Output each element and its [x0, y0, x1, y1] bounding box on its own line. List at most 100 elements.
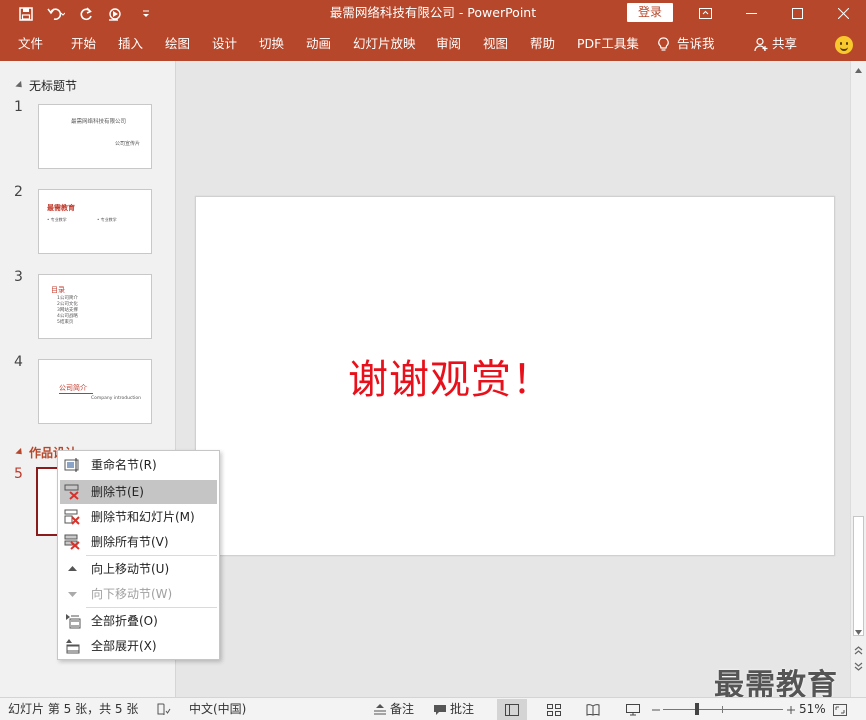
slide-thumbnail-1[interactable]: 最需网络科技有限公司 公司宣传片: [38, 104, 152, 169]
normal-view-icon: [505, 703, 519, 716]
scrollbar-thumb[interactable]: [853, 516, 864, 636]
menu-item-delete-section[interactable]: 删除节(E): [60, 480, 217, 504]
plus-icon: [787, 705, 795, 714]
thumb-title: 公司简介: [59, 384, 87, 392]
scroll-down-button[interactable]: [851, 625, 866, 640]
tab-transitions[interactable]: 切换: [259, 27, 284, 61]
customize-qat-button[interactable]: [134, 0, 158, 27]
share-button[interactable]: 共享: [754, 27, 797, 61]
slideshow-icon: [109, 7, 121, 21]
tab-help[interactable]: 帮助: [530, 27, 555, 61]
notes-button[interactable]: 备注: [373, 698, 414, 720]
menu-item-label: 删除节和幻灯片(M): [91, 510, 195, 524]
tab-home[interactable]: 开始: [71, 27, 96, 61]
ribbon-tab-bar: 文件 开始 插入 绘图 设计 切换 动画 幻灯片放映 审阅 视图 帮助 PDF工…: [0, 27, 866, 61]
tab-file[interactable]: 文件: [18, 27, 43, 61]
menu-item-label: 删除节(E): [91, 485, 144, 499]
menu-item-rename-section[interactable]: 重命名节(R): [60, 453, 217, 477]
arrow-down-icon: [855, 630, 862, 635]
slide-thumbnail-4[interactable]: 公司简介 Company introduction: [38, 359, 152, 424]
slide-main-text[interactable]: 谢谢观赏！: [348, 347, 553, 405]
zoom-slider-knob[interactable]: [695, 703, 699, 715]
section-header-untitled[interactable]: 无标题节: [15, 77, 78, 94]
tab-draw[interactable]: 绘图: [165, 27, 190, 61]
language-indicator[interactable]: 中文(中国): [189, 698, 246, 720]
thumb-underline: [59, 393, 93, 394]
menu-item-label: 全部折叠(O): [91, 614, 158, 628]
slide-number: 5: [14, 466, 23, 482]
notes-label: 备注: [390, 702, 415, 716]
notes-icon: [374, 704, 386, 715]
undo-button[interactable]: [44, 0, 68, 27]
delete-section-icon: [64, 484, 79, 500]
menu-item-expand-all[interactable]: 全部展开(X): [60, 634, 217, 658]
menu-item-delete-section-and-slides[interactable]: 删除节和幻灯片(M): [60, 505, 217, 529]
maximize-button[interactable]: [774, 0, 820, 27]
menu-item-move-section-up[interactable]: 向上移动节(U): [60, 557, 217, 581]
redo-button[interactable]: [74, 0, 98, 27]
thumb-title: 最需教育: [47, 204, 75, 212]
chevron-down-icon: [143, 10, 149, 17]
smiley-feedback-icon[interactable]: [835, 36, 853, 54]
close-button[interactable]: [820, 0, 866, 27]
previous-slide-button[interactable]: [851, 643, 866, 658]
start-slideshow-button[interactable]: [104, 0, 128, 27]
menu-item-move-section-down[interactable]: 向下移动节(W): [60, 582, 217, 606]
slide-number: 1: [14, 99, 23, 115]
status-bar: 幻灯片 第 5 张，共 5 张 中文(中国) 备注 批注 51%: [0, 697, 866, 720]
collapse-triangle-icon[interactable]: [15, 447, 25, 458]
section-context-menu: 重命名节(R) 删除节(E) 删除节和幻灯片(M) 删除所有节(V) 向上移动节…: [57, 450, 220, 660]
spellcheck-button[interactable]: [157, 698, 171, 720]
delete-all-sections-icon: [64, 534, 80, 550]
tab-animations[interactable]: 动画: [306, 27, 331, 61]
slide-canvas[interactable]: 谢谢观赏！: [195, 196, 835, 556]
slide-number: 2: [14, 184, 23, 200]
thumb-title: 目录: [51, 286, 65, 294]
collapse-triangle-icon[interactable]: [15, 80, 25, 91]
ribbon-display-options-button[interactable]: [682, 0, 728, 27]
vertical-scrollbar[interactable]: [850, 61, 866, 697]
thumb-title: 最需网络科技有限公司: [71, 119, 127, 125]
zoom-slider-track[interactable]: [663, 709, 783, 710]
delete-section-slides-icon: [64, 509, 80, 525]
save-button[interactable]: [14, 0, 38, 27]
tell-me-label: 告诉我: [677, 36, 715, 51]
collapse-all-icon: [66, 614, 81, 629]
normal-view-button[interactable]: [497, 699, 527, 720]
login-button[interactable]: 登录: [627, 3, 673, 22]
thumb-item: • 专业教学: [47, 217, 67, 222]
close-icon: [837, 8, 849, 19]
zoom-in-button[interactable]: [787, 698, 795, 720]
section-title: 无标题节: [29, 79, 78, 93]
tell-me-box[interactable]: 告诉我: [658, 27, 715, 61]
zoom-out-button[interactable]: [652, 698, 660, 720]
slide-thumbnail-3[interactable]: 目录 1公司简介 2公司文化 3网站支撑 4公司战略 5结束页: [38, 274, 152, 339]
thumb-subtitle: 公司宣传片: [115, 141, 141, 147]
double-chevron-down-icon: [854, 662, 863, 671]
next-slide-button[interactable]: [851, 659, 866, 674]
slide-thumbnail-2[interactable]: 最需教育 • 专业教学 • 专业教学: [38, 189, 152, 254]
scroll-up-button[interactable]: [851, 63, 866, 78]
tab-design[interactable]: 设计: [212, 27, 237, 61]
tab-slideshow[interactable]: 幻灯片放映: [353, 27, 416, 61]
thumb-item: • 专业教学: [97, 217, 117, 222]
menu-item-delete-all-sections[interactable]: 删除所有节(V): [60, 530, 217, 554]
expand-all-icon: [66, 639, 80, 654]
tab-view[interactable]: 视图: [483, 27, 508, 61]
tab-review[interactable]: 审阅: [436, 27, 461, 61]
tab-pdf-tools[interactable]: PDF工具集: [577, 27, 639, 61]
undo-icon: [47, 7, 65, 20]
minimize-button[interactable]: [728, 0, 774, 27]
comments-button[interactable]: 批注: [433, 698, 474, 720]
fit-to-window-button[interactable]: [833, 698, 847, 720]
reading-view-button[interactable]: [578, 699, 608, 720]
slideshow-view-button[interactable]: [618, 699, 648, 720]
minimize-icon: [745, 13, 757, 14]
fit-window-icon: [833, 703, 847, 716]
tab-insert[interactable]: 插入: [118, 27, 143, 61]
thumb-subtitle: Company introduction: [91, 396, 142, 401]
menu-item-collapse-all[interactable]: 全部折叠(O): [60, 609, 217, 633]
zoom-percentage[interactable]: 51%: [799, 698, 826, 720]
repeat-icon: [80, 6, 92, 20]
slide-sorter-view-button[interactable]: [539, 699, 569, 720]
